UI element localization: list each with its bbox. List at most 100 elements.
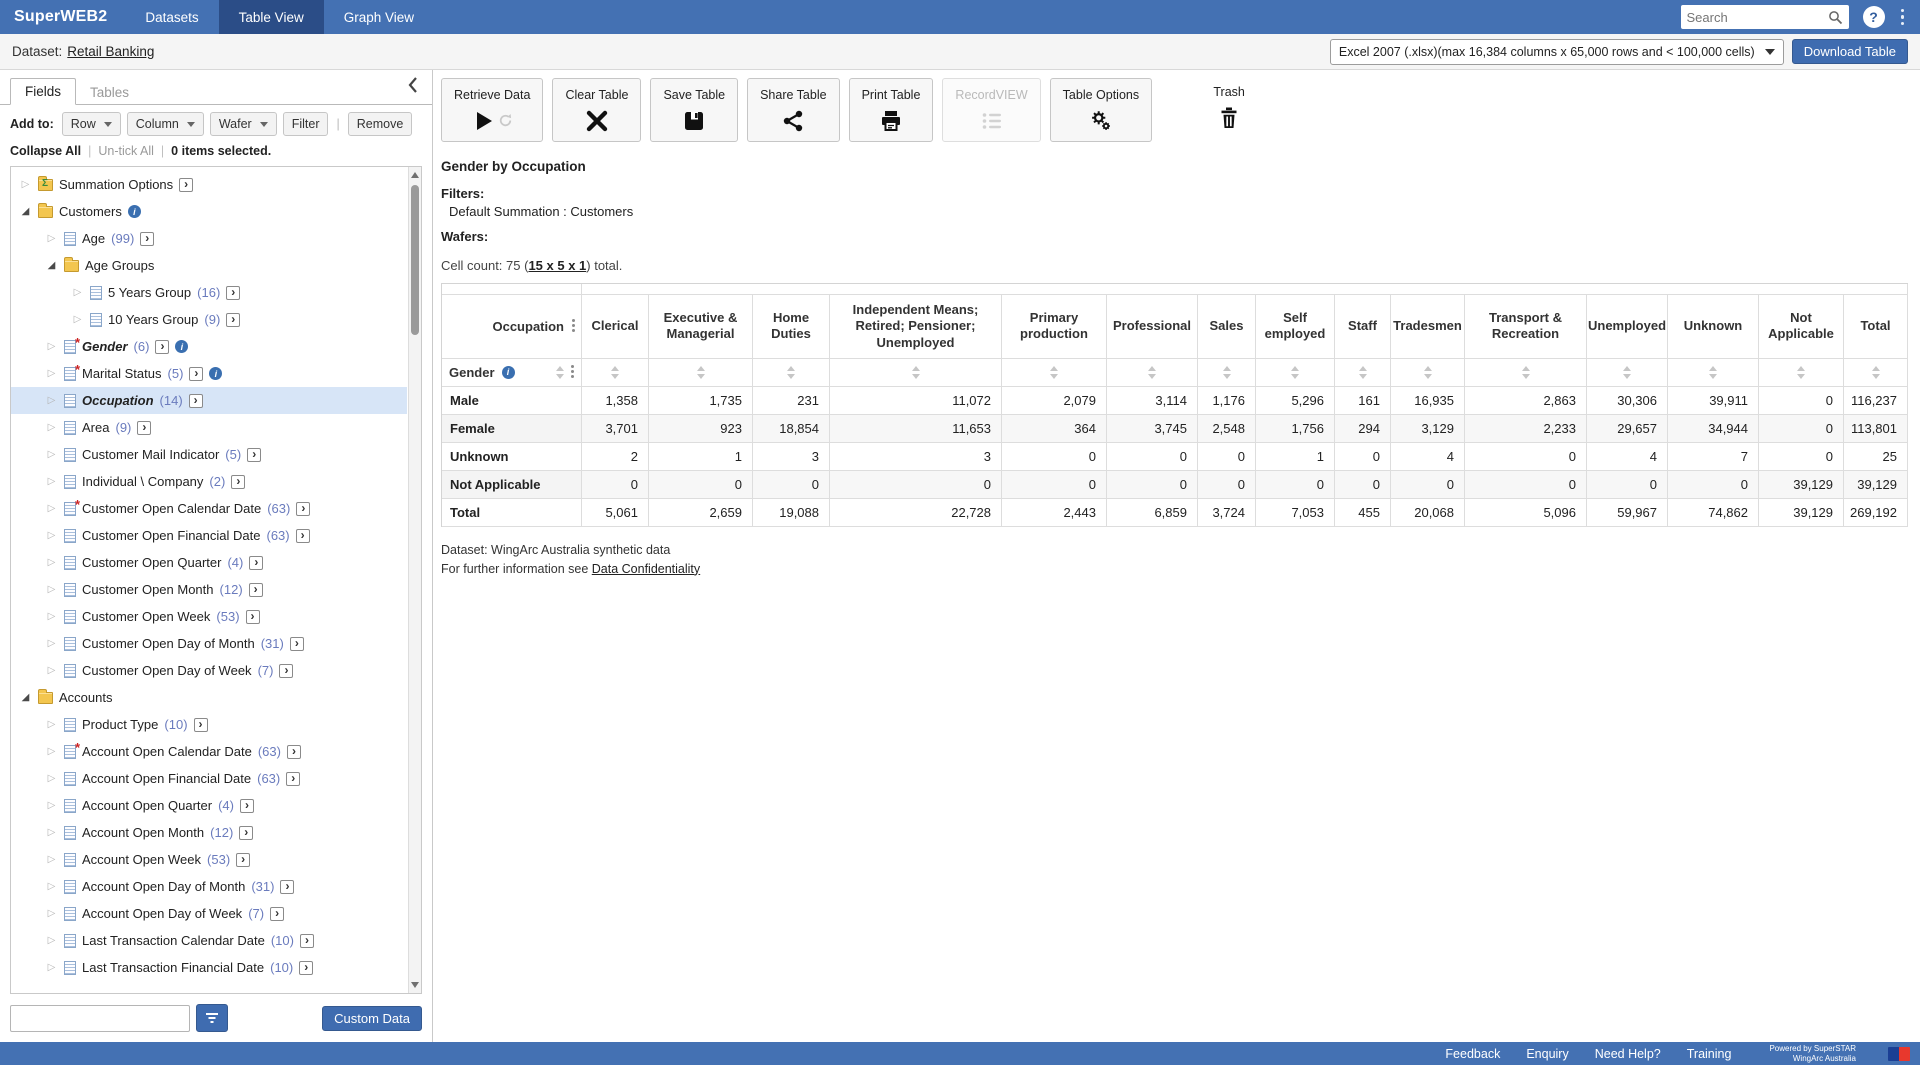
- field-tree-item[interactable]: Customer Open Month 12: [11, 576, 407, 603]
- open-field-chevron-icon[interactable]: [280, 880, 294, 894]
- info-icon[interactable]: [175, 340, 188, 353]
- custom-data-button[interactable]: Custom Data: [322, 1006, 422, 1031]
- open-field-chevron-icon[interactable]: [189, 394, 203, 408]
- field-tree-item[interactable]: Customer Open Week 53: [11, 603, 407, 630]
- sort-icon[interactable]: [1623, 366, 1631, 379]
- custom-data-input[interactable]: [10, 1005, 190, 1032]
- add-to-filter-button[interactable]: Filter: [283, 112, 329, 136]
- field-tree-item[interactable]: Customer Open Calendar Date 63: [11, 495, 407, 522]
- column-sort-cell[interactable]: [582, 359, 649, 387]
- footer-link[interactable]: Enquiry: [1526, 1047, 1568, 1061]
- untick-all-link[interactable]: Un-tick All: [98, 144, 154, 158]
- open-field-chevron-icon[interactable]: [189, 367, 203, 381]
- open-field-chevron-icon[interactable]: [246, 610, 260, 624]
- open-field-chevron-icon[interactable]: [287, 745, 301, 759]
- expander-icon[interactable]: [45, 909, 58, 919]
- field-tree-item[interactable]: Area 9: [11, 414, 407, 441]
- open-field-chevron-icon[interactable]: [140, 232, 154, 246]
- sort-icon[interactable]: [1709, 366, 1717, 379]
- kebab-menu-icon[interactable]: [571, 365, 574, 379]
- sort-icon[interactable]: [1291, 366, 1299, 379]
- cell-count-link[interactable]: 15 x 5 x 1: [528, 258, 586, 273]
- field-tree-item[interactable]: Customer Open Day of Week 7: [11, 657, 407, 684]
- download-table-button[interactable]: Download Table: [1792, 39, 1908, 64]
- column-sort-cell[interactable]: [1465, 359, 1587, 387]
- expander-icon[interactable]: [45, 585, 58, 595]
- open-field-chevron-icon[interactable]: [231, 475, 245, 489]
- field-tree-item[interactable]: Account Open Day of Week 7: [11, 900, 407, 927]
- open-field-chevron-icon[interactable]: [286, 772, 300, 786]
- field-tree-item[interactable]: Account Open Calendar Date 63: [11, 738, 407, 765]
- open-field-chevron-icon[interactable]: [226, 313, 240, 327]
- open-field-chevron-icon[interactable]: [240, 799, 254, 813]
- share-table-button[interactable]: Share Table: [747, 78, 840, 142]
- field-tree-item[interactable]: Age Groups: [11, 252, 407, 279]
- expander-icon[interactable]: [19, 180, 32, 190]
- field-tree-item[interactable]: Customer Open Quarter 4: [11, 549, 407, 576]
- expander-icon[interactable]: [45, 342, 58, 352]
- expander-icon[interactable]: [71, 288, 84, 298]
- search-icon[interactable]: [1828, 10, 1843, 25]
- open-field-chevron-icon[interactable]: [247, 448, 261, 462]
- expander-icon[interactable]: [45, 666, 58, 676]
- open-field-chevron-icon[interactable]: [155, 340, 169, 354]
- expander-icon[interactable]: [19, 207, 32, 217]
- nav-tab-table-view[interactable]: Table View: [219, 0, 324, 34]
- column-sort-cell[interactable]: [1198, 359, 1256, 387]
- clear-table-button[interactable]: Clear Table: [552, 78, 641, 142]
- field-tree-item[interactable]: Marital Status 5: [11, 360, 407, 387]
- expander-icon[interactable]: [45, 882, 58, 892]
- info-icon[interactable]: [209, 367, 222, 380]
- sort-icon[interactable]: [1148, 366, 1156, 379]
- remove-button[interactable]: Remove: [348, 112, 413, 136]
- field-tree-item[interactable]: Customers: [11, 198, 407, 225]
- sort-icon[interactable]: [1050, 366, 1058, 379]
- nav-tab-datasets[interactable]: Datasets: [125, 0, 218, 34]
- info-icon[interactable]: [128, 205, 141, 218]
- expander-icon[interactable]: [45, 747, 58, 757]
- sort-icon[interactable]: [787, 366, 795, 379]
- open-field-chevron-icon[interactable]: [137, 421, 151, 435]
- nav-tab-graph-view[interactable]: Graph View: [324, 0, 434, 34]
- retrieve-data-button[interactable]: Retrieve Data: [441, 78, 543, 142]
- expander-icon[interactable]: [45, 963, 58, 973]
- data-confidentiality-link[interactable]: Data Confidentiality: [592, 562, 700, 576]
- field-tree-item[interactable]: Customer Open Financial Date 63: [11, 522, 407, 549]
- field-tree-item[interactable]: Account Open Day of Month 31: [11, 873, 407, 900]
- kebab-menu-icon[interactable]: [572, 319, 575, 333]
- add-to-wafer-button[interactable]: Wafer: [210, 112, 277, 136]
- column-sort-cell[interactable]: [649, 359, 753, 387]
- column-sort-cell[interactable]: [753, 359, 830, 387]
- column-sort-cell[interactable]: [1668, 359, 1759, 387]
- save-table-button[interactable]: Save Table: [650, 78, 738, 142]
- search-box[interactable]: [1681, 5, 1849, 29]
- sort-icon[interactable]: [1424, 366, 1432, 379]
- column-sort-cell[interactable]: [1587, 359, 1668, 387]
- trash-button[interactable]: Trash: [1187, 78, 1271, 142]
- field-tree-item[interactable]: Age 99: [11, 225, 407, 252]
- column-sort-cell[interactable]: [830, 359, 1002, 387]
- column-sort-cell[interactable]: [1844, 359, 1908, 387]
- open-field-chevron-icon[interactable]: [279, 664, 293, 678]
- sort-icon[interactable]: [912, 366, 920, 379]
- print-table-button[interactable]: Print Table: [849, 78, 934, 142]
- field-tree-item[interactable]: Account Open Financial Date 63: [11, 765, 407, 792]
- table-options-button[interactable]: Table Options: [1050, 78, 1152, 142]
- expander-icon[interactable]: [45, 855, 58, 865]
- tree-scrollbar[interactable]: [408, 167, 421, 993]
- add-to-row-button[interactable]: Row: [62, 112, 121, 136]
- field-tree-item[interactable]: Last Transaction Financial Date 10: [11, 954, 407, 981]
- sort-icon[interactable]: [697, 366, 705, 379]
- expander-icon[interactable]: [19, 693, 32, 703]
- field-tree-item[interactable]: 5 Years Group 16: [11, 279, 407, 306]
- info-icon[interactable]: [502, 366, 515, 379]
- expander-icon[interactable]: [45, 558, 58, 568]
- add-to-column-button[interactable]: Column: [127, 112, 204, 136]
- open-field-chevron-icon[interactable]: [236, 853, 250, 867]
- export-format-select[interactable]: Excel 2007 (.xlsx)(max 16,384 columns x …: [1330, 39, 1784, 65]
- field-tree-item[interactable]: Summation Options: [11, 171, 407, 198]
- footer-link[interactable]: Need Help?: [1595, 1047, 1661, 1061]
- expander-icon[interactable]: [45, 801, 58, 811]
- field-tree-item[interactable]: Customer Open Day of Month 31: [11, 630, 407, 657]
- scrollbar-thumb[interactable]: [411, 185, 419, 335]
